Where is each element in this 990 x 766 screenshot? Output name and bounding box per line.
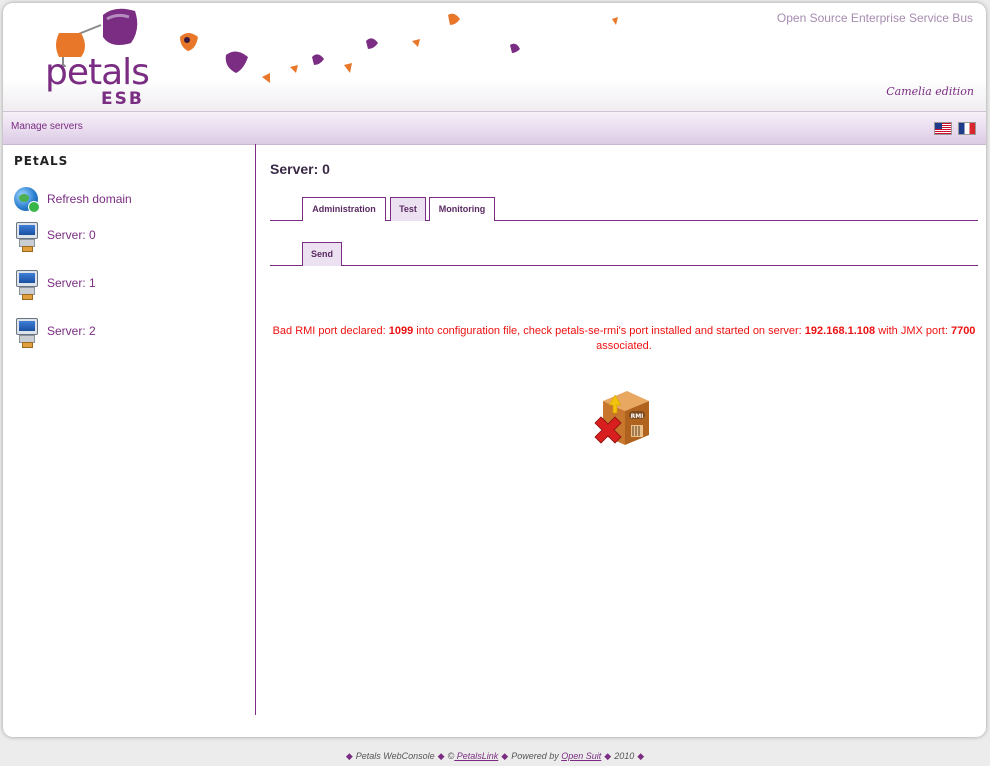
rmi-error-icon: RMI	[591, 389, 653, 449]
sidebar-item-refresh-domain[interactable]: Refresh domain	[12, 186, 242, 216]
sidebar: PEtALS Refresh domain Server: 0 Server: …	[3, 144, 256, 715]
diamond-bullet-icon: ◆	[437, 751, 445, 761]
opensuit-link[interactable]: Open Suit	[561, 751, 601, 761]
header: petals ESB Open Source Enterprise Servic…	[3, 3, 986, 111]
rmi-icon-label: RMI	[631, 413, 644, 420]
error-text: with JMX port:	[875, 325, 951, 337]
sidebar-item-label: Server: 1	[47, 276, 96, 290]
diamond-bullet-icon: ◆	[637, 751, 645, 761]
error-message: Bad RMI port declared: 1099 into configu…	[270, 324, 978, 354]
tab-test[interactable]: Test	[390, 197, 426, 221]
powered-by-text: Powered by	[511, 751, 559, 761]
app-window: petals ESB Open Source Enterprise Servic…	[3, 3, 986, 737]
footer-app-name: Petals WebConsole	[355, 751, 435, 761]
tab-monitoring[interactable]: Monitoring	[429, 197, 495, 221]
logo-subtext: ESB	[101, 89, 144, 109]
diamond-bullet-icon: ◆	[345, 751, 353, 761]
sidebar-item-server-1[interactable]: Server: 1	[12, 270, 242, 300]
sidebar-item-server-0[interactable]: Server: 0	[12, 222, 242, 252]
diamond-bullet-icon: ◆	[501, 751, 509, 761]
footer-year: 2010	[614, 751, 635, 761]
sidebar-item-label: Refresh domain	[47, 192, 132, 206]
tagline: Open Source Enterprise Service Bus	[776, 11, 973, 25]
sidebar-item-label: Server: 2	[47, 324, 96, 338]
diamond-bullet-icon: ◆	[604, 751, 612, 761]
rmi-port-value: 1099	[388, 325, 414, 337]
error-text: Bad RMI port declared:	[272, 325, 389, 337]
main-content: Server: 0 Administration Test Monitoring…	[270, 144, 978, 715]
error-text: associated.	[596, 340, 652, 352]
decorative-petals	[180, 13, 618, 83]
logo-text: petals	[45, 52, 150, 93]
petals-logo[interactable]: petals ESB	[41, 7, 171, 109]
edition-label: Camelia edition	[886, 85, 974, 98]
tab-administration[interactable]: Administration	[302, 197, 386, 221]
page-title: Server: 0	[270, 161, 330, 177]
globe-refresh-icon	[14, 187, 40, 213]
computer-icon	[16, 222, 38, 252]
sidebar-title: PEtALS	[14, 154, 69, 168]
sidebar-item-server-2[interactable]: Server: 2	[12, 318, 242, 348]
error-text: into configuration file, check petals-se…	[413, 325, 805, 337]
us-flag-icon[interactable]	[934, 122, 952, 135]
server-address-value: 192.168.1.108	[804, 325, 876, 337]
petalslink-link[interactable]: PetalsLink	[454, 751, 499, 761]
sub-tabbar: Send	[270, 239, 978, 266]
fr-flag-icon[interactable]	[958, 122, 976, 135]
tab-send[interactable]: Send	[302, 242, 342, 266]
manage-servers-link[interactable]: Manage servers	[11, 121, 83, 132]
main-tabbar: Administration Test Monitoring	[270, 194, 978, 221]
sidebar-item-label: Server: 0	[47, 228, 96, 242]
footer: ◆ Petals WebConsole ◆ © PetalsLink ◆ Powered …	[0, 751, 990, 762]
computer-icon	[16, 318, 38, 348]
jmx-port-value: 7700	[950, 325, 976, 337]
computer-icon	[16, 270, 38, 300]
menubar: Manage servers	[3, 111, 986, 145]
